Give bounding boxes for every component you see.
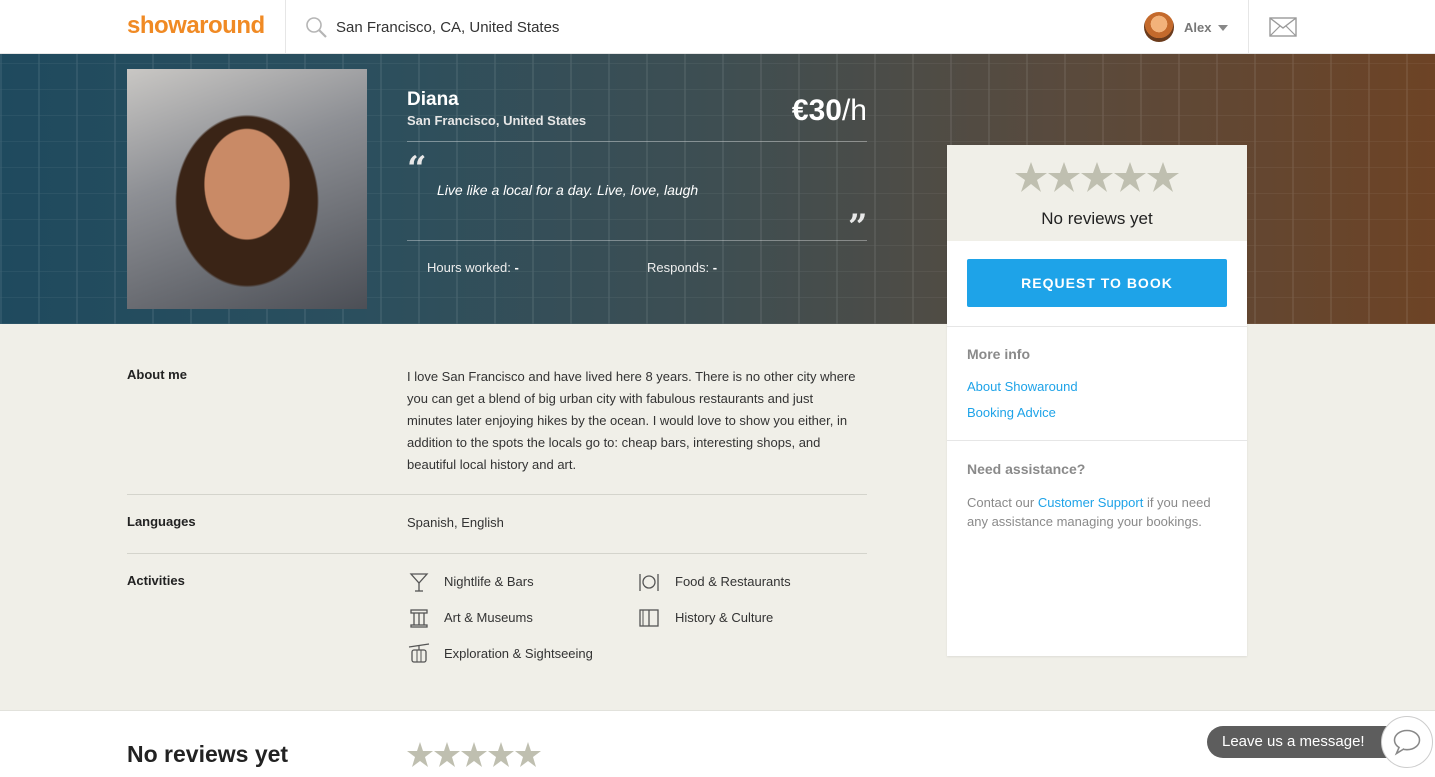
activities-label: Activities [127, 573, 185, 588]
rating-stars [1015, 162, 1179, 192]
cable-car-icon [408, 643, 430, 663]
price-amount: €30 [791, 94, 842, 127]
need-assistance-heading: Need assistance? [967, 461, 1086, 477]
activity-history-culture: History & Culture [675, 610, 774, 625]
chat-widget-button[interactable] [1381, 716, 1433, 768]
star-icon [1081, 162, 1113, 192]
guide-name: Diana [407, 89, 459, 110]
responds-value: - [712, 260, 718, 275]
reviews-rating-stars [407, 742, 541, 767]
customer-support-link[interactable]: Customer Support [1038, 495, 1144, 510]
reviews-heading: No reviews yet [127, 741, 289, 767]
price-unit: /h [841, 94, 867, 127]
hero-divider [407, 240, 867, 241]
search-icon[interactable] [304, 15, 328, 39]
cocktail-icon [409, 573, 429, 592]
hero-divider [407, 141, 867, 142]
avatar[interactable] [1144, 12, 1174, 42]
chevron-down-icon[interactable] [1218, 25, 1228, 31]
star-icon [434, 742, 460, 767]
about-me-text: I love San Francisco and have lived here… [407, 369, 856, 472]
section-divider [127, 494, 867, 495]
location-search-input[interactable] [336, 14, 836, 40]
assistance-prefix: Contact our [967, 495, 1038, 510]
booking-card: No reviews yet REQUEST TO BOOK More info… [947, 145, 1247, 656]
about-showaround-link[interactable]: About Showaround [967, 379, 1078, 394]
museum-icon [410, 609, 428, 628]
about-me-label: About me [127, 367, 187, 382]
guide-photo [127, 69, 367, 309]
responds-stat: Responds: - [647, 260, 717, 275]
rating-summary: No reviews yet [947, 145, 1247, 241]
activity-nightlife-bars: Nightlife & Bars [444, 574, 534, 589]
languages-value: Spanish, English [407, 515, 504, 530]
leave-message-button[interactable]: Leave us a message! [1207, 726, 1407, 758]
activity-art-museums: Art & Museums [444, 610, 533, 625]
user-menu-name[interactable]: Alex [1184, 20, 1211, 35]
languages-label: Languages [127, 514, 196, 529]
hourly-price: €30/h [700, 94, 867, 128]
assistance-text: Contact our Customer Support if you need… [967, 493, 1232, 531]
star-icon [1015, 162, 1047, 192]
star-icon [461, 742, 487, 767]
quote-open-icon: “ [407, 149, 427, 189]
mail-icon[interactable] [1269, 17, 1297, 37]
more-info-heading: More info [967, 346, 1030, 362]
request-to-book-button[interactable]: REQUEST TO BOOK [967, 259, 1227, 307]
plate-cutlery-icon [639, 574, 659, 591]
hours-worked-label: Hours worked: [427, 260, 511, 275]
card-divider [947, 440, 1247, 441]
navbar-divider [285, 0, 286, 54]
star-icon [1048, 162, 1080, 192]
guide-location: San Francisco, United States [407, 113, 587, 128]
star-icon [488, 742, 514, 767]
hours-worked-stat: Hours worked: - [427, 260, 519, 275]
no-reviews-text: No reviews yet [1041, 209, 1153, 228]
book-icon [639, 609, 659, 627]
section-divider [127, 553, 867, 554]
top-navbar: showaround Alex [0, 0, 1435, 54]
star-icon [515, 742, 541, 767]
star-icon [1114, 162, 1146, 192]
navbar-divider [1248, 0, 1249, 54]
card-divider [947, 326, 1247, 327]
activity-exploration-sightseeing: Exploration & Sightseeing [444, 646, 593, 661]
booking-advice-link[interactable]: Booking Advice [967, 405, 1056, 420]
booking-card-body: REQUEST TO BOOK More info About Showarou… [947, 241, 1247, 656]
showaround-logo[interactable]: showaround [127, 12, 265, 40]
responds-label: Responds: [647, 260, 710, 275]
hours-worked-value: - [514, 260, 519, 275]
guide-tagline: Live like a local for a day. Live, love,… [437, 182, 699, 198]
chat-bubble-icon [1393, 729, 1421, 756]
star-icon [407, 742, 433, 767]
star-icon [1147, 162, 1179, 192]
quote-close-icon: ” [848, 207, 868, 247]
activity-food-restaurants: Food & Restaurants [675, 574, 791, 589]
